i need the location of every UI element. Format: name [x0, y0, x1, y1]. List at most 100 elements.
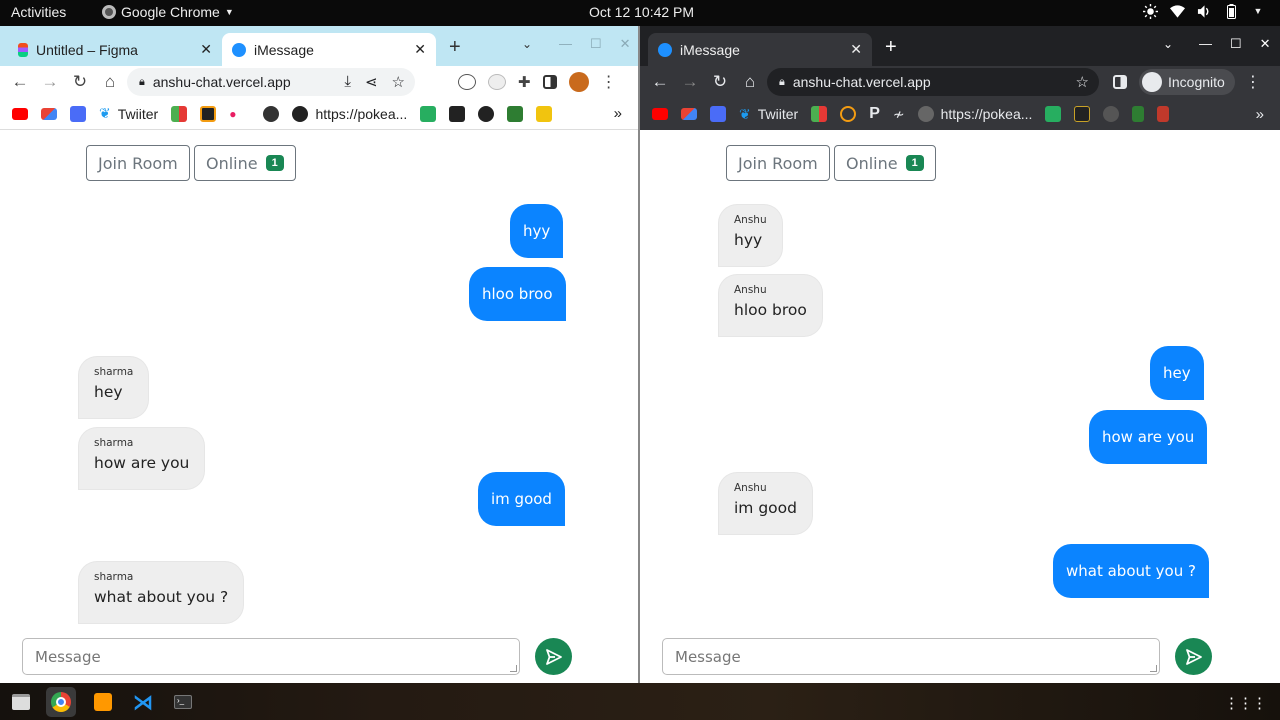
gmail-bookmark[interactable] — [681, 108, 697, 120]
tab-search-icon[interactable]: ⌄ — [522, 37, 532, 51]
lock-icon[interactable]: 🔒︎ — [779, 76, 785, 89]
bookmark[interactable] — [263, 105, 280, 122]
bookmark-star-icon[interactable]: ☆ — [392, 73, 405, 91]
message-text: hey — [94, 383, 123, 401]
bookmark[interactable] — [1132, 106, 1145, 122]
tab-imessage[interactable]: iMessage ✕ — [648, 33, 872, 66]
close-icon[interactable]: ✕ — [200, 41, 212, 58]
bookmark[interactable] — [1103, 106, 1120, 122]
close-window-icon[interactable]: ✕ — [620, 36, 631, 52]
youtube-bookmark[interactable] — [652, 108, 668, 120]
battery-icon[interactable] — [1223, 3, 1239, 19]
bookmark[interactable] — [200, 105, 217, 122]
bookmark[interactable] — [710, 106, 726, 122]
forward-icon[interactable]: → — [675, 72, 705, 92]
extension-icon[interactable] — [458, 74, 476, 90]
close-icon[interactable]: ✕ — [850, 41, 862, 58]
send-button[interactable] — [1175, 638, 1212, 675]
pokeapi-bookmark[interactable]: https://pokea... — [292, 105, 407, 122]
bookmark[interactable] — [420, 105, 437, 122]
gmail-icon — [681, 108, 697, 120]
tab-search-icon[interactable]: ⌄ — [1163, 37, 1173, 51]
close-window-icon[interactable]: ✕ — [1260, 36, 1271, 52]
address-bar[interactable]: 🔒︎ anshu-chat.vercel.app ☆ — [767, 68, 1099, 96]
incognito-indicator[interactable]: Incognito — [1139, 69, 1235, 95]
side-panel-icon[interactable] — [1113, 75, 1127, 89]
minimize-icon[interactable]: — — [559, 36, 572, 52]
tab-figma[interactable]: Untitled – Figma ✕ — [8, 33, 222, 66]
install-icon[interactable]: ⤓ — [344, 73, 351, 91]
clock[interactable]: Oct 12 10:42 PM — [589, 4, 694, 20]
system-tray[interactable]: ▼ — [1142, 3, 1266, 19]
bookmark[interactable] — [507, 105, 524, 122]
youtube-bookmark[interactable] — [12, 107, 28, 120]
system-menu-icon[interactable]: ▼ — [1250, 3, 1266, 19]
more-bookmarks-icon[interactable]: » — [1256, 106, 1264, 123]
files-icon[interactable] — [6, 687, 36, 717]
gmail-bookmark[interactable] — [41, 107, 57, 120]
bookmark[interactable] — [1157, 106, 1170, 122]
new-tab-button[interactable]: + — [449, 37, 461, 57]
reload-icon[interactable]: ↻ — [65, 72, 95, 92]
bookmark-icon — [200, 105, 217, 122]
bookmark[interactable]: P — [869, 105, 880, 123]
wifi-icon[interactable] — [1169, 3, 1185, 19]
bookmark[interactable] — [70, 105, 86, 122]
vscode-icon[interactable]: ⋊ — [128, 687, 158, 717]
more-menu-icon[interactable]: ⋮ — [1245, 72, 1261, 92]
forward-icon[interactable]: → — [35, 72, 65, 92]
bookmark[interactable] — [536, 105, 553, 122]
tab-imessage[interactable]: iMessage ✕ — [222, 33, 436, 66]
share-icon[interactable]: ⋖ — [365, 73, 378, 91]
twitter-bookmark[interactable]: ❦ Twiiter — [99, 105, 158, 122]
bookmark[interactable] — [811, 106, 828, 122]
bookmark[interactable] — [1045, 106, 1062, 122]
online-button[interactable]: Online 1 — [834, 145, 936, 181]
reload-icon[interactable]: ↻ — [705, 72, 735, 92]
received-message: sharma hey — [79, 357, 149, 418]
home-icon[interactable]: ⌂ — [95, 72, 125, 92]
home-icon[interactable]: ⌂ — [735, 72, 765, 92]
message-input[interactable]: Message — [662, 638, 1160, 675]
more-bookmarks-icon[interactable]: » — [614, 105, 622, 122]
bookmark[interactable]: ≁ — [893, 106, 905, 123]
puzzle-icon[interactable]: ✚ — [518, 73, 531, 91]
activities-button[interactable]: Activities — [11, 4, 66, 20]
chrome-icon[interactable] — [46, 687, 76, 717]
twitter-bookmark[interactable]: ❦ Twiiter — [739, 106, 798, 123]
maximize-icon[interactable]: ☐ — [590, 36, 602, 52]
back-icon[interactable]: ← — [645, 72, 675, 92]
lock-icon[interactable]: 🔒︎ — [139, 76, 145, 89]
terminal-icon[interactable]: ›_ — [168, 687, 198, 717]
maximize-icon[interactable]: ☐ — [1230, 36, 1242, 52]
bookmark[interactable]: ● — [229, 107, 236, 121]
app-grid-icon[interactable]: ⋮⋮⋮ — [1224, 694, 1267, 712]
extension-icon[interactable] — [488, 74, 506, 90]
new-tab-button[interactable]: + — [885, 37, 897, 57]
chat-app: Join Room Online 1 Anshu hyy Anshu hloo … — [640, 130, 1280, 683]
send-button[interactable] — [535, 638, 572, 675]
minimize-icon[interactable]: — — [1199, 36, 1212, 52]
bookmark[interactable] — [1074, 106, 1091, 122]
online-button[interactable]: Online 1 — [194, 145, 296, 181]
close-icon[interactable]: ✕ — [414, 41, 426, 58]
app-menu[interactable]: Google Chrome ▼ — [102, 4, 234, 20]
react-devtools-icon[interactable] — [428, 74, 446, 90]
side-panel-icon[interactable] — [542, 75, 557, 89]
bookmark-star-icon[interactable]: ☆ — [1076, 73, 1089, 91]
bookmark[interactable] — [449, 105, 466, 122]
join-room-button[interactable]: Join Room — [726, 145, 830, 181]
brightness-icon[interactable] — [1142, 3, 1158, 19]
back-icon[interactable]: ← — [5, 72, 35, 92]
bookmark[interactable] — [840, 106, 857, 122]
bookmark[interactable] — [478, 105, 495, 122]
more-menu-icon[interactable]: ⋮ — [601, 72, 617, 92]
pokeapi-bookmark[interactable]: https://pokea... — [917, 106, 1032, 122]
join-room-button[interactable]: Join Room — [86, 145, 190, 181]
sublime-text-icon[interactable] — [88, 687, 118, 717]
address-bar[interactable]: 🔒︎ anshu-chat.vercel.app ⤓ ⋖ ☆ — [127, 68, 415, 96]
bookmark[interactable] — [171, 105, 188, 122]
avatar[interactable] — [568, 72, 589, 92]
volume-icon[interactable] — [1196, 3, 1212, 19]
message-input[interactable]: Message — [22, 638, 520, 675]
